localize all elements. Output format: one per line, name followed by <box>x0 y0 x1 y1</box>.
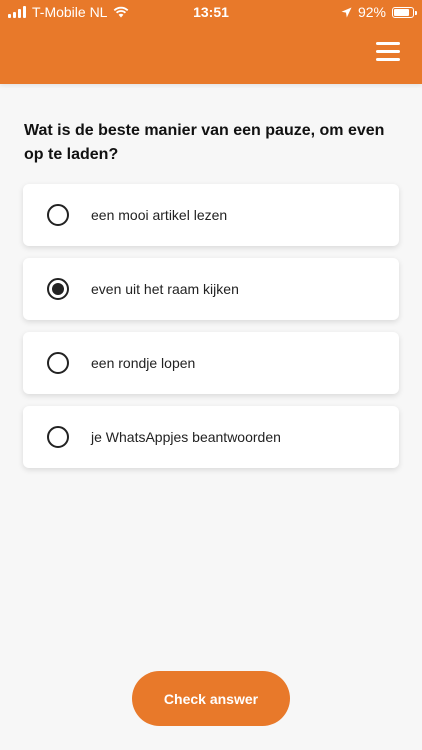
battery-percentage: 92% <box>357 4 386 20</box>
status-right: 92% <box>341 4 417 20</box>
battery-fill <box>394 8 409 16</box>
answer-option[interactable]: even uit het raam kijken <box>23 258 399 320</box>
hamburger-menu-icon[interactable] <box>376 42 400 62</box>
question-text: Wat is de beste manier van een pauze, om… <box>24 122 385 163</box>
radio-button[interactable] <box>47 426 69 448</box>
radio-button[interactable] <box>47 278 69 300</box>
radio-button[interactable] <box>47 352 69 374</box>
battery-icon <box>392 6 417 18</box>
check-answer-button[interactable]: Check answer <box>132 671 290 726</box>
answer-option[interactable]: je WhatsAppjes beantwoorden <box>23 406 399 468</box>
answer-label: even uit het raam kijken <box>91 281 239 297</box>
location-arrow-icon <box>341 7 352 18</box>
answer-option[interactable]: een mooi artikel lezen <box>23 184 399 246</box>
status-bar: T-Mobile NL 13:51 92% <box>0 0 422 26</box>
answer-label: een mooi artikel lezen <box>91 207 228 223</box>
top-app-bar: T-Mobile NL 13:51 92% <box>0 0 422 84</box>
answer-options: een mooi artikel lezen even uit het raam… <box>23 184 399 480</box>
answer-label: een rondje lopen <box>91 355 196 371</box>
answer-label: je WhatsAppjes beantwoorden <box>91 429 281 445</box>
radio-button[interactable] <box>47 204 69 226</box>
answer-option[interactable]: een rondje lopen <box>23 332 399 394</box>
